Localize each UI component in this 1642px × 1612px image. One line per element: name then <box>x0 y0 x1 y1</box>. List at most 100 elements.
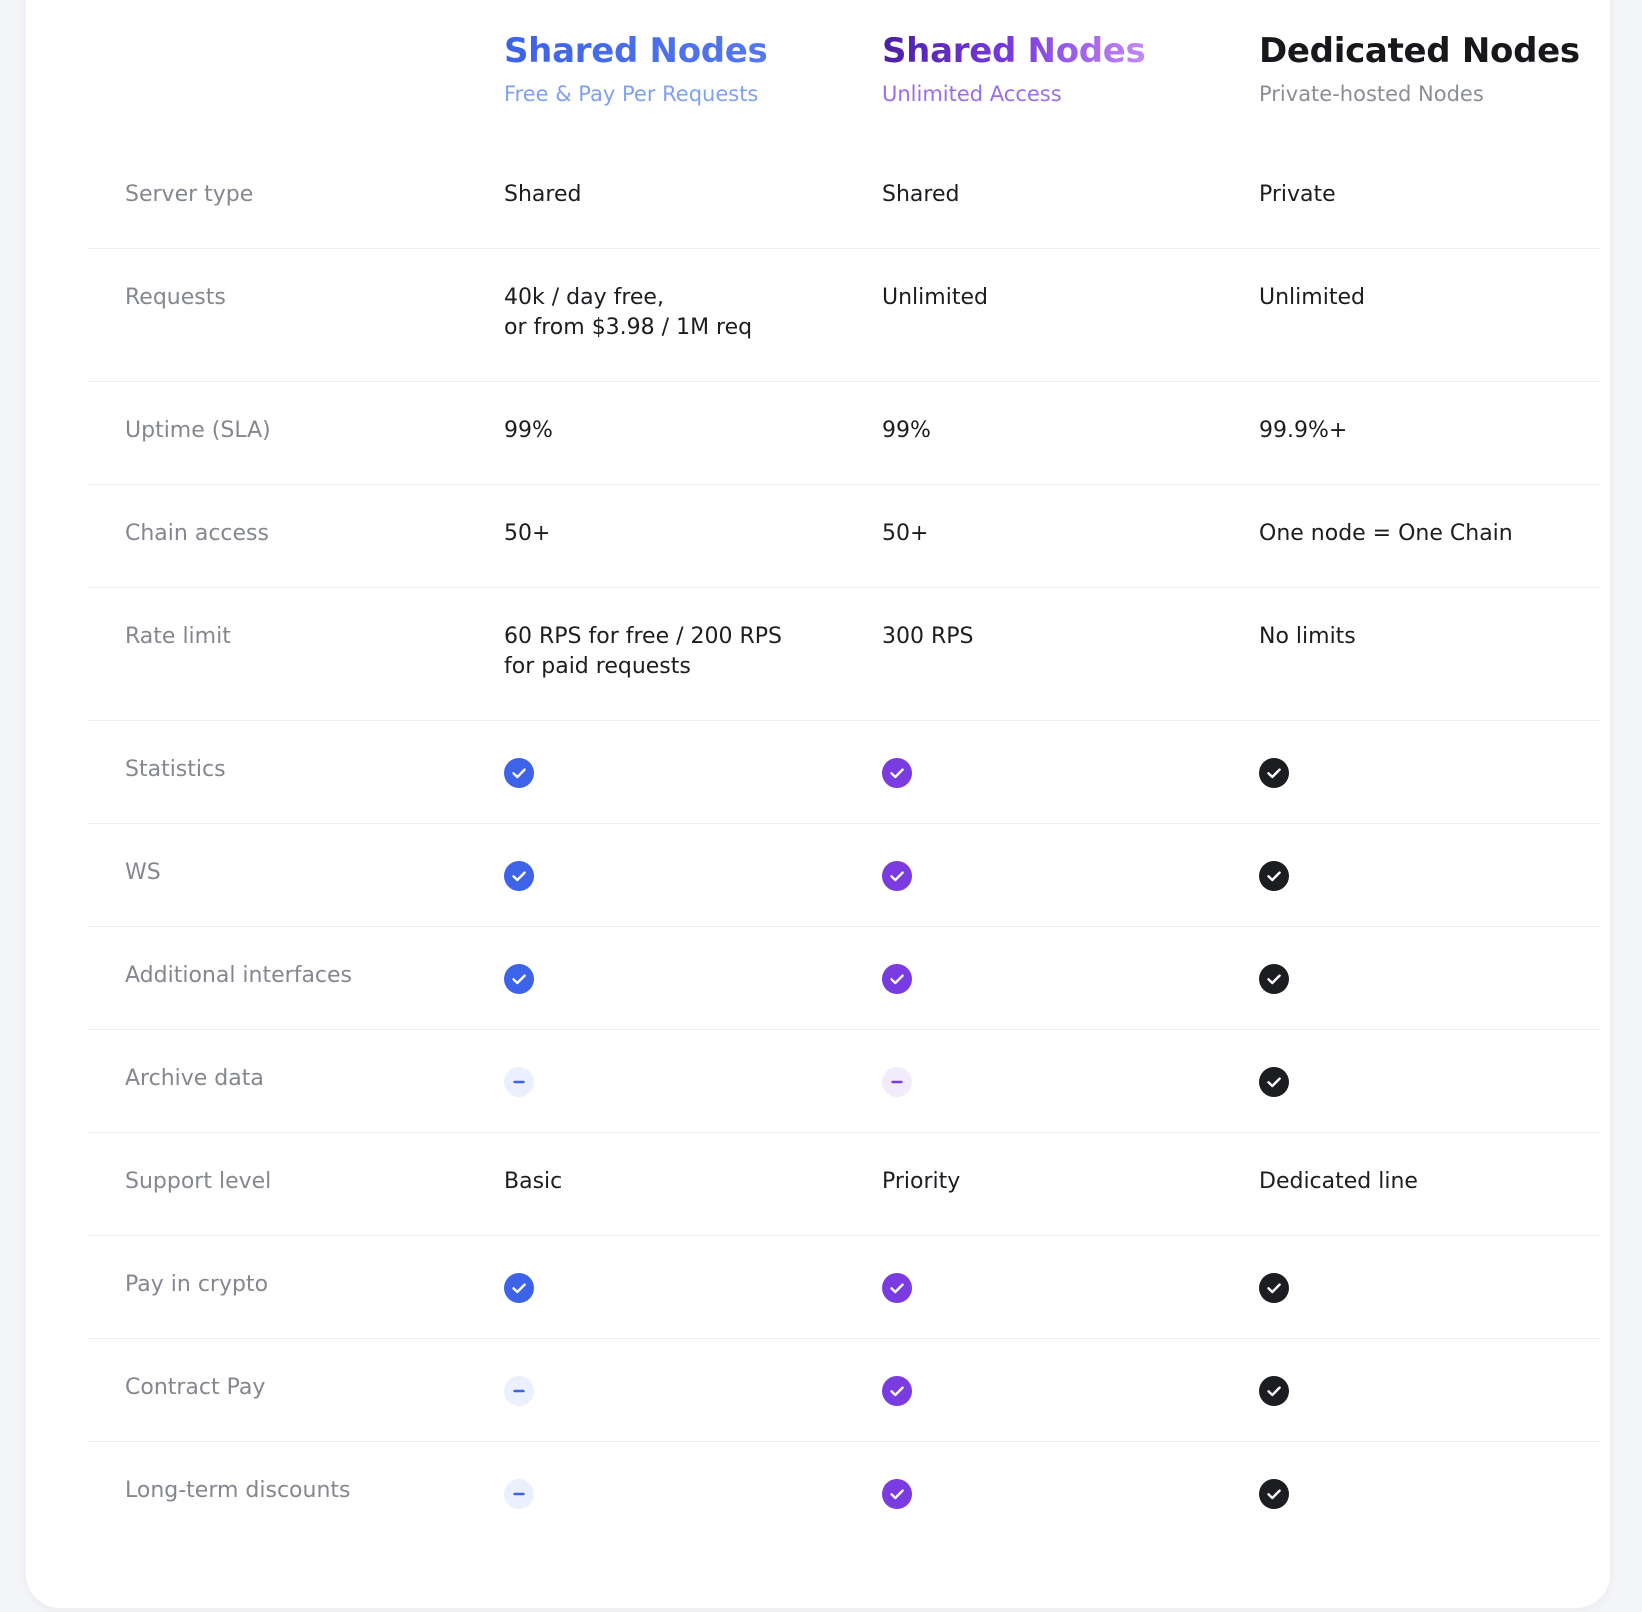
table-row-server-type: Server type Shared Shared Private <box>88 146 1600 249</box>
row-label: Long-term discounts <box>125 1478 351 1503</box>
plan-subtitle: Private-hosted Nodes <box>1259 82 1484 106</box>
check-icon <box>882 1479 912 1509</box>
cell-text: for paid requests <box>504 654 691 679</box>
check-icon <box>1259 861 1289 891</box>
check-icon <box>504 964 534 994</box>
comparison-card: Shared Nodes Free & Pay Per Requests Sha… <box>26 0 1610 1608</box>
cell-text: No limits <box>1259 624 1356 649</box>
plan-header-shared-free: Shared Nodes Free & Pay Per Requests <box>504 30 768 108</box>
cell-plan-2: Priority <box>882 1167 960 1197</box>
cell-plan-1 <box>504 861 534 891</box>
cell-plan-2 <box>882 1479 912 1509</box>
plan-header-shared-unlimited: Shared Nodes Unlimited Access <box>882 30 1146 108</box>
table-row-archive-data: Archive data <box>88 1030 1600 1133</box>
cell-plan-2 <box>882 1273 912 1303</box>
cell-plan-2 <box>882 1067 912 1097</box>
cell-plan-2: 300 RPS <box>882 622 974 652</box>
check-icon <box>882 1376 912 1406</box>
cell-plan-2: 99% <box>882 416 931 446</box>
table-row-additional-interfaces: Additional interfaces <box>88 927 1600 1030</box>
cell-plan-1 <box>504 964 534 994</box>
check-icon <box>1259 1376 1289 1406</box>
row-label: Contract Pay <box>125 1375 266 1400</box>
row-label: Requests <box>125 285 226 310</box>
cell-text: Shared <box>504 182 582 207</box>
cell-text: 40k / day free, <box>504 285 664 310</box>
cell-text: Priority <box>882 1169 961 1194</box>
cell-plan-1: 60 RPS for free / 200 RPS for paid reques… <box>504 622 782 682</box>
check-icon <box>504 861 534 891</box>
cell-plan-1: 50+ <box>504 519 550 549</box>
table-row-requests: Requests 40k / day free, or from $3.98 / 1… <box>88 249 1600 382</box>
cell-plan-3: 99.9%+ <box>1259 416 1347 446</box>
plan-subtitle: Unlimited Access <box>882 82 1062 106</box>
cell-plan-1: Shared <box>504 180 581 210</box>
cell-plan-3 <box>1259 1479 1289 1509</box>
check-icon <box>1259 964 1289 994</box>
row-label: Additional interfaces <box>125 963 353 988</box>
table-row-rate-limit: Rate limit 60 RPS for free / 200 RPS for p… <box>88 588 1600 721</box>
cell-plan-3 <box>1259 1273 1289 1303</box>
table-row-chain-access: Chain access 50+ 50+ One node = One Chain <box>88 485 1600 588</box>
cell-text: 50+ <box>504 521 551 546</box>
cell-plan-1 <box>504 1273 534 1303</box>
check-icon <box>882 758 912 788</box>
cell-plan-3: Private <box>1259 180 1336 210</box>
cell-text: Basic <box>504 1169 563 1194</box>
table-row-support-level: Support level Basic Priority Dedicated line <box>88 1133 1600 1236</box>
cell-plan-3: No limits <box>1259 622 1356 652</box>
row-label: Pay in crypto <box>125 1272 269 1297</box>
cell-text: Unlimited <box>1259 285 1365 310</box>
cell-plan-2 <box>882 964 912 994</box>
cell-plan-3 <box>1259 1067 1289 1097</box>
minus-icon <box>504 1376 534 1406</box>
plan-title: Dedicated Nodes <box>1259 31 1580 71</box>
check-icon <box>1259 1479 1289 1509</box>
row-label: Rate limit <box>125 624 231 649</box>
comparison-table: Server type Shared Shared Private Requests 40… <box>88 146 1600 1545</box>
minus-icon <box>504 1479 534 1509</box>
cell-plan-3 <box>1259 964 1289 994</box>
row-label: Chain access <box>125 521 269 546</box>
minus-icon <box>504 1067 534 1097</box>
plan-title: Shared Nodes <box>504 31 768 71</box>
check-icon <box>504 1273 534 1303</box>
cell-plan-2: Shared <box>882 180 959 210</box>
cell-text: 50+ <box>882 521 929 546</box>
cell-plan-2: Unlimited <box>882 283 988 313</box>
cell-text: 99% <box>504 418 553 443</box>
check-icon <box>1259 1273 1289 1303</box>
minus-icon <box>882 1067 912 1097</box>
check-icon <box>882 964 912 994</box>
cell-plan-2 <box>882 1376 912 1406</box>
cell-plan-1: 40k / day free, or from $3.98 / 1M req <box>504 283 752 343</box>
row-label: Uptime (SLA) <box>125 418 271 443</box>
cell-plan-3: Dedicated line <box>1259 1167 1418 1197</box>
check-icon <box>882 861 912 891</box>
cell-plan-2 <box>882 758 912 788</box>
row-label: WS <box>125 860 161 885</box>
table-row-pay-in-crypto: Pay in crypto <box>88 1236 1600 1339</box>
check-icon <box>504 758 534 788</box>
cell-text: 99% <box>882 418 931 443</box>
check-icon <box>1259 758 1289 788</box>
cell-plan-1 <box>504 1067 534 1097</box>
cell-plan-3 <box>1259 1376 1289 1406</box>
cell-text: 300 RPS <box>882 624 974 649</box>
cell-text: Dedicated line <box>1259 1169 1418 1194</box>
cell-plan-1: Basic <box>504 1167 562 1197</box>
check-icon <box>882 1273 912 1303</box>
cell-plan-2 <box>882 861 912 891</box>
cell-text: 60 RPS for free / 200 RPS <box>504 624 783 649</box>
plan-header-dedicated: Dedicated Nodes Private-hosted Nodes <box>1259 30 1580 108</box>
cell-plan-2: 50+ <box>882 519 928 549</box>
check-icon <box>1259 1067 1289 1097</box>
cell-plan-1: 99% <box>504 416 553 446</box>
row-label: Server type <box>125 182 254 207</box>
cell-plan-1 <box>504 1376 534 1406</box>
cell-plan-3 <box>1259 861 1289 891</box>
cell-plan-1 <box>504 758 534 788</box>
plan-title: Shared Nodes <box>882 31 1146 71</box>
cell-text: Shared <box>882 182 960 207</box>
table-row-long-term-discounts: Long-term discounts <box>88 1442 1600 1545</box>
